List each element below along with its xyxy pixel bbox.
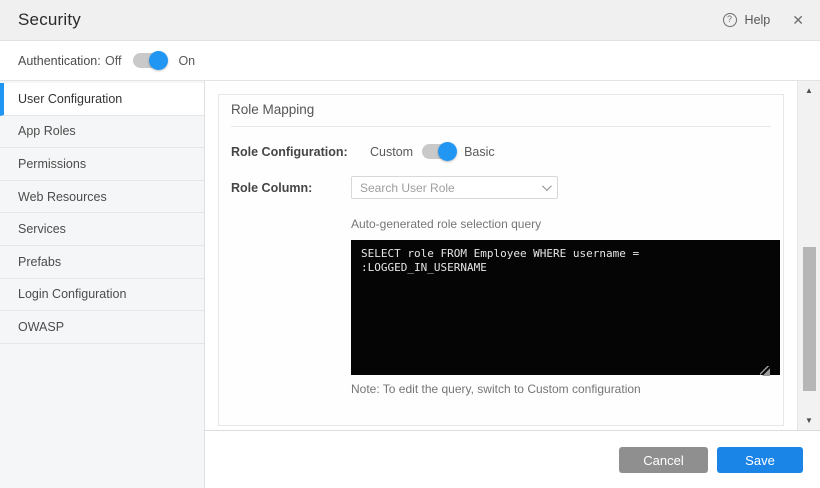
footer: Cancel Save <box>205 430 820 488</box>
sidebar-item-owasp[interactable]: OWASP <box>0 311 204 344</box>
role-configuration-custom-label: Custom <box>370 145 413 159</box>
close-icon[interactable]: ✕ <box>792 13 804 27</box>
sidebar-item-prefabs[interactable]: Prefabs <box>0 246 204 279</box>
authentication-toggle[interactable] <box>133 53 166 68</box>
help-icon[interactable]: ? <box>723 13 737 27</box>
sidebar: User Configuration App Roles Permissions… <box>0 81 205 488</box>
sidebar-item-app-roles[interactable]: App Roles <box>0 116 204 149</box>
section-title: Role Mapping <box>231 95 771 127</box>
scroll-up-icon[interactable]: ▲ <box>798 86 820 95</box>
help-link[interactable]: Help <box>745 13 771 27</box>
authentication-off-label: Off <box>105 54 121 68</box>
scroll-down-icon[interactable]: ▼ <box>798 416 820 425</box>
query-textarea[interactable]: SELECT role FROM Employee WHERE username… <box>351 240 780 375</box>
sidebar-item-login-configuration[interactable]: Login Configuration <box>0 279 204 312</box>
page-title: Security <box>18 10 81 30</box>
role-configuration-row: Role Configuration: Custom Basic <box>231 144 771 159</box>
role-mapping-card: Role Mapping Role Configuration: Custom … <box>218 94 784 426</box>
header: Security ? Help ✕ <box>0 0 820 41</box>
role-column-select[interactable]: Search User Role <box>351 176 558 199</box>
chevron-down-icon <box>542 181 552 191</box>
sidebar-item-permissions[interactable]: Permissions <box>0 148 204 181</box>
query-note: Note: To edit the query, switch to Custo… <box>351 382 771 396</box>
cancel-button[interactable]: Cancel <box>619 447 708 473</box>
header-actions: ? Help ✕ <box>723 13 804 27</box>
save-button[interactable]: Save <box>717 447 803 473</box>
resize-handle-icon[interactable] <box>760 366 770 376</box>
query-label: Auto-generated role selection query <box>351 217 771 231</box>
role-column-row: Role Column: Search User Role <box>231 176 771 199</box>
authentication-row: Authentication: Off On <box>0 41 820 81</box>
sidebar-item-user-configuration[interactable]: User Configuration <box>0 83 204 116</box>
authentication-toggle-knob <box>149 51 168 70</box>
role-configuration-toggle[interactable] <box>422 144 455 159</box>
role-configuration-toggle-knob <box>438 142 457 161</box>
authentication-on-label: On <box>178 54 195 68</box>
scrollbar-thumb[interactable] <box>803 247 816 391</box>
role-configuration-basic-label: Basic <box>464 145 495 159</box>
role-column-label: Role Column: <box>231 181 351 195</box>
sidebar-item-web-resources[interactable]: Web Resources <box>0 181 204 214</box>
role-configuration-label: Role Configuration: <box>231 145 351 159</box>
role-column-placeholder: Search User Role <box>360 181 542 195</box>
sidebar-item-services[interactable]: Services <box>0 213 204 246</box>
main-content: Role Mapping Role Configuration: Custom … <box>205 81 797 430</box>
vertical-scrollbar[interactable]: ▲ ▼ <box>797 81 820 430</box>
authentication-label: Authentication: <box>18 54 105 68</box>
